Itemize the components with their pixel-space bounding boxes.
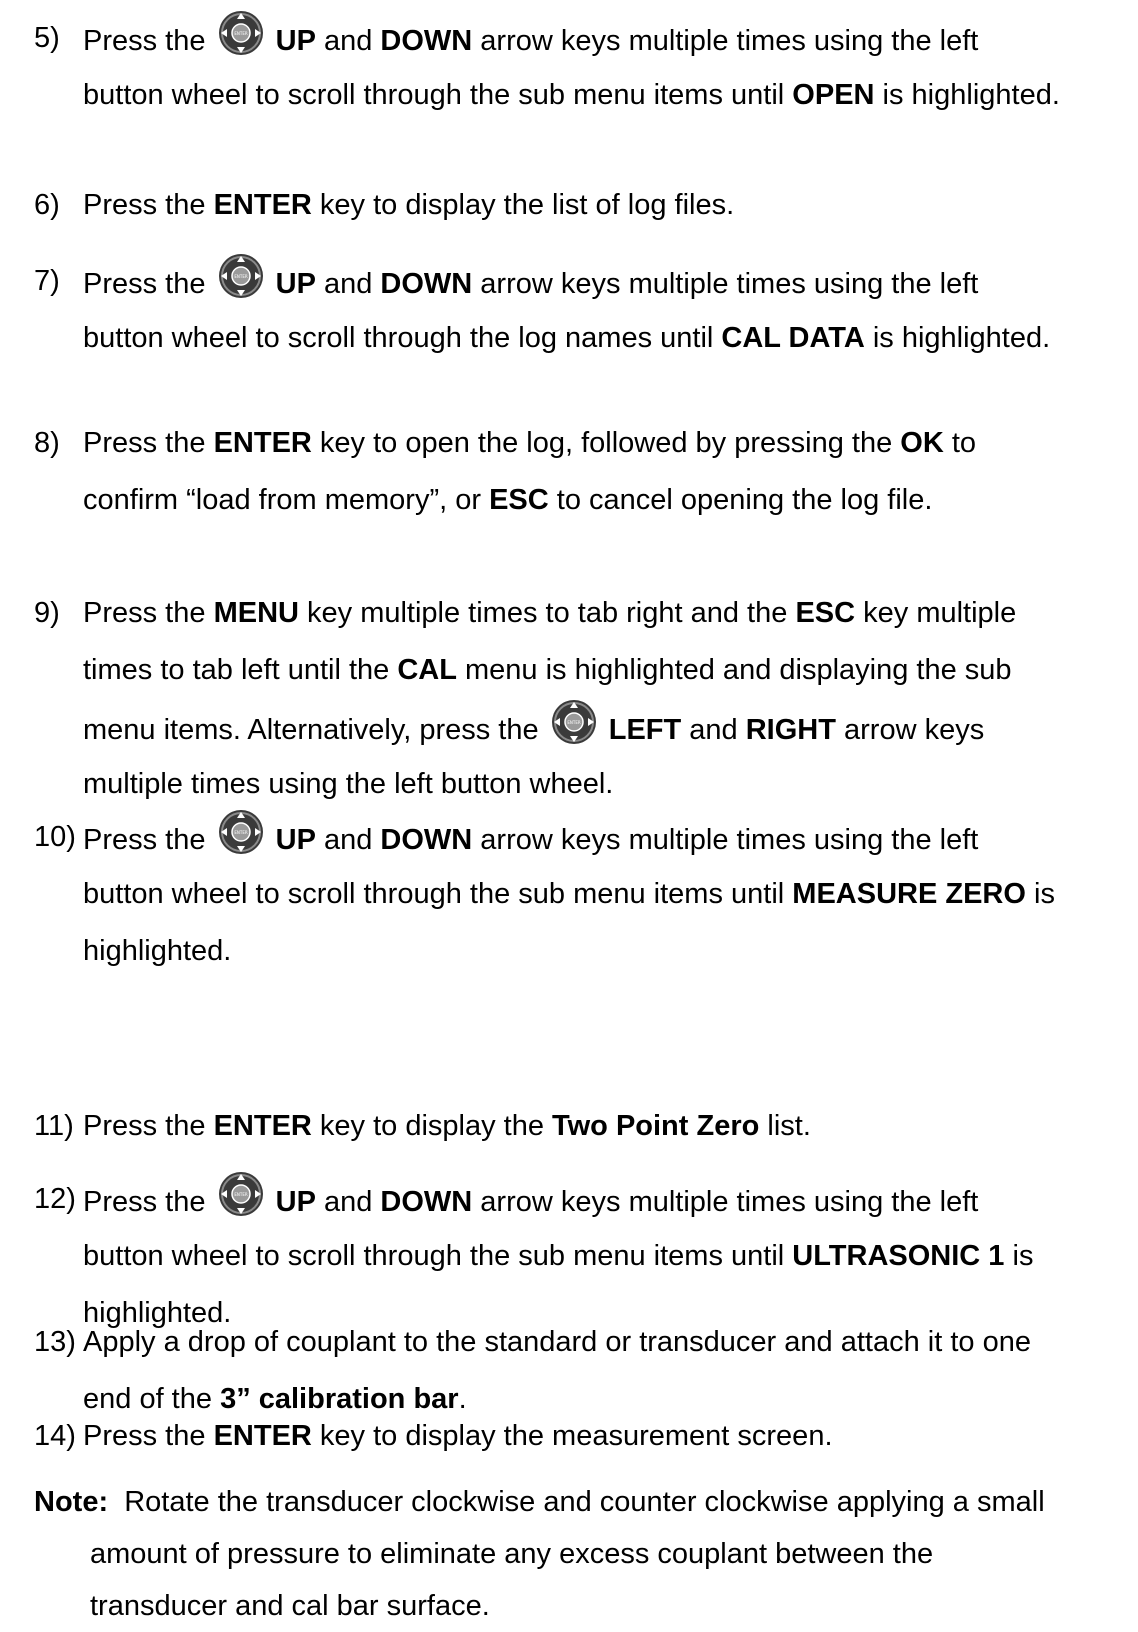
key-label: OPEN	[792, 79, 875, 111]
key-label: UP	[275, 1186, 316, 1218]
key-label: ENTER	[213, 427, 312, 459]
step-text: Press the ENTER key to open the log, fol…	[83, 415, 976, 529]
step-text: Press the ENTER UP and DOWN arrow keys m…	[83, 253, 1050, 367]
step-text: Press the ENTER key to display the list …	[83, 177, 734, 234]
key-label: CAL	[397, 654, 457, 686]
key-label: DOWN	[380, 824, 473, 856]
note-line-2: amount of pressure to eliminate any exce…	[90, 1538, 934, 1570]
step-number: 11)	[34, 1110, 74, 1142]
button-wheel-center-label: ENTER	[234, 1192, 247, 1197]
key-label: UP	[275, 25, 316, 57]
manual-page: 5) Press the ENTER UP and DOWN arrow keys…	[0, 0, 1138, 1631]
key-label: RIGHT	[745, 714, 836, 746]
step-text: Press the MENU key multiple times to tab…	[83, 585, 1016, 813]
button-wheel-center-label: ENTER	[234, 274, 247, 279]
button-wheel-center-label: ENTER	[234, 31, 247, 36]
button-wheel-icon: ENTER	[551, 699, 597, 745]
note-label: Note:	[34, 1486, 109, 1518]
step-text: Press the ENTER UP and DOWN arrow keys m…	[83, 10, 1060, 124]
button-wheel-center-label: ENTER	[567, 720, 580, 725]
step-text: Press the ENTER key to display the Two P…	[83, 1098, 811, 1155]
button-wheel-icon: ENTER	[218, 1171, 264, 1217]
step-line: Press the MENU key multiple times to tab…	[83, 597, 1017, 629]
step-line: Press the ENTER key to open the log, fol…	[83, 427, 977, 459]
key-label: ULTRASONIC 1	[792, 1240, 1005, 1272]
key-label: ESC	[489, 484, 549, 516]
key-label: ENTER	[213, 1420, 312, 1452]
key-label: LEFT	[608, 714, 682, 746]
step-line: button wheel to scroll through the sub m…	[83, 79, 1060, 111]
step-line: menu items. Alternatively, press the ENT…	[83, 699, 1016, 756]
step-line: confirm “load from memory”, or ESC to ca…	[83, 484, 933, 516]
key-label: DOWN	[380, 268, 473, 300]
key-label: ENTER	[213, 189, 312, 221]
key-label: UP	[275, 824, 316, 856]
step-line: Press the ENTER UP and DOWN arrow keys m…	[83, 809, 1055, 866]
key-label: MEASURE ZERO	[792, 878, 1026, 910]
step-line: Press the ENTER key to display the Two P…	[83, 1110, 811, 1142]
step-line: Press the ENTER key to display the measu…	[83, 1420, 833, 1452]
step-line: Press the ENTER key to display the list …	[83, 189, 735, 221]
button-wheel-icon: ENTER	[218, 253, 264, 299]
step-number: 6)	[34, 189, 60, 221]
button-wheel-center-label: ENTER	[234, 830, 247, 835]
key-label: Two Point Zero	[552, 1110, 760, 1142]
step-text: Press the ENTER key to display the measu…	[83, 1408, 833, 1465]
step-number: 14)	[34, 1420, 76, 1452]
button-wheel-icon: ENTER	[218, 809, 264, 855]
note-line-1: Note: Rotate the transducer clockwise an…	[34, 1476, 1045, 1528]
step-line: button wheel to scroll through the sub m…	[83, 1240, 1034, 1272]
key-label: MENU	[213, 597, 299, 629]
step-number: 12)	[34, 1183, 76, 1215]
note-text: Rotate the transducer clockwise and coun…	[124, 1486, 1045, 1518]
step-line: button wheel to scroll through the sub m…	[83, 878, 1055, 910]
note: Note: Rotate the transducer clockwise an…	[34, 1476, 1045, 1632]
step-number: 13)	[34, 1326, 76, 1358]
step-number: 10)	[34, 821, 76, 853]
step-text: Press the ENTER UP and DOWN arrow keys m…	[83, 809, 1055, 980]
step-line: multiple times using the left button whe…	[83, 768, 614, 800]
button-wheel-icon: ENTER	[218, 10, 264, 56]
key-label: DOWN	[380, 25, 473, 57]
step-number: 7)	[34, 265, 60, 297]
key-label: DOWN	[380, 1186, 473, 1218]
step-line: Press the ENTER UP and DOWN arrow keys m…	[83, 1171, 1033, 1228]
key-label: OK	[900, 427, 944, 459]
step-line: highlighted.	[83, 935, 232, 967]
note-line-3: transducer and cal bar surface.	[90, 1590, 490, 1622]
step-number: 9)	[34, 597, 60, 629]
key-label: UP	[275, 268, 316, 300]
step-line: times to tab left until the CAL menu is …	[83, 654, 1012, 686]
key-label: ENTER	[213, 1110, 312, 1142]
step-line: button wheel to scroll through the log n…	[83, 322, 1051, 354]
key-label: ESC	[795, 597, 856, 629]
step-number: 8)	[34, 427, 60, 459]
step-line: Press the ENTER UP and DOWN arrow keys m…	[83, 253, 1050, 310]
step-line: Press the ENTER UP and DOWN arrow keys m…	[83, 10, 1060, 67]
key-label: CAL DATA	[721, 322, 865, 354]
step-line: Apply a drop of couplant to the standard…	[83, 1326, 1031, 1358]
step-number: 5)	[34, 22, 60, 54]
